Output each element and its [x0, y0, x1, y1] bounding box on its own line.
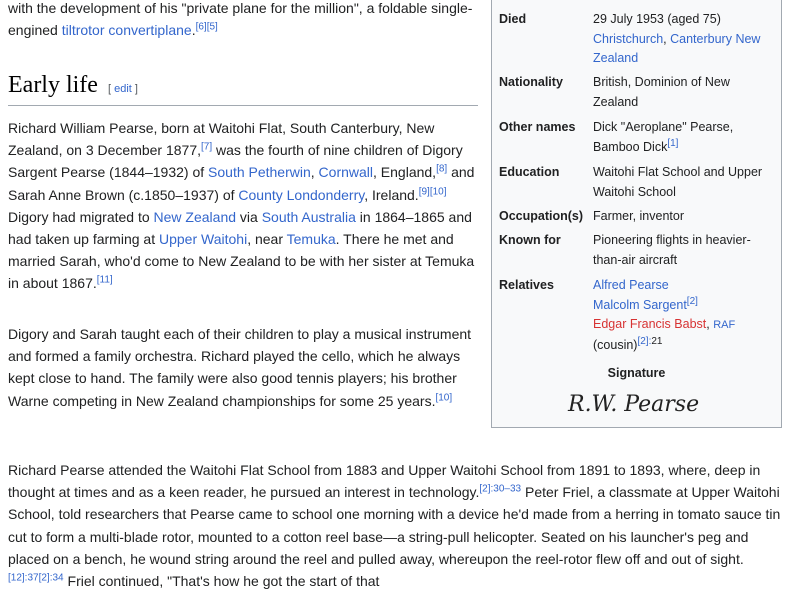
- link-south-petherwin[interactable]: South Petherwin: [208, 164, 311, 180]
- edit-section: [ edit ]: [108, 83, 138, 95]
- link-malcolm-sargent[interactable]: Malcolm Sargent: [593, 298, 687, 312]
- infobox-value: Farmer, inventor: [593, 209, 685, 223]
- infobox-label: Education: [499, 165, 560, 179]
- link-south-australia[interactable]: South Australia: [262, 209, 356, 225]
- link-convertiplane[interactable]: convertiplane: [108, 22, 191, 38]
- section-heading-early-life: Early life [ edit ]: [8, 72, 478, 106]
- section-title: Early life: [8, 72, 98, 98]
- infobox-label: Relatives: [499, 278, 554, 292]
- citation-ref[interactable]: [6][5]: [196, 22, 218, 33]
- link-raf[interactable]: RAF: [713, 319, 735, 331]
- citation-ref[interactable]: [12]:37: [8, 572, 39, 583]
- link-alfred-pearse[interactable]: Alfred Pearse: [593, 278, 669, 292]
- citation-ref[interactable]: [2]:30–33: [479, 484, 521, 495]
- link-edgar-francis-babst[interactable]: Edgar Francis Babst: [593, 317, 706, 331]
- infobox-value: Pioneering flights in heavier-than-air a…: [593, 233, 751, 267]
- infobox-value: Alfred Pearse Malcolm Sargent[2] Edgar Fra…: [593, 278, 736, 352]
- link-temuka[interactable]: Temuka: [287, 231, 336, 247]
- infobox-label: Known for: [499, 233, 561, 247]
- citation-ref[interactable]: [10]: [435, 392, 452, 403]
- signature-script: R.W. Pearse: [567, 392, 699, 417]
- infobox-value: 29 July 1953 (aged 75) Christchurch, Cant…: [593, 12, 761, 65]
- citation-ref[interactable]: [11]: [97, 275, 113, 286]
- infobox-label: Died: [499, 12, 527, 26]
- link-cornwall[interactable]: Cornwall: [319, 164, 373, 180]
- citation-ref[interactable]: [1]: [667, 137, 678, 148]
- signature-image: R.W. Pearse: [567, 392, 699, 417]
- infobox-label: Nationality: [499, 75, 563, 89]
- citation-ref[interactable]: [2]:21: [637, 335, 662, 346]
- edit-link[interactable]: edit: [114, 83, 132, 95]
- signature-label: Signature: [607, 366, 666, 380]
- infobox-value: Dick "Aeroplane" Pearse, Bamboo Dick[1]: [593, 120, 734, 154]
- paragraph-school: Richard Pearse attended the Waitohi Flat…: [8, 462, 781, 590]
- citation-ref[interactable]: [2]: [687, 295, 698, 306]
- citation-ref[interactable]: [8]: [436, 164, 447, 175]
- infobox-label: Occupation(s): [499, 209, 584, 223]
- citation-ref[interactable]: [7]: [201, 142, 212, 153]
- citation-ref[interactable]: [9][10]: [419, 186, 447, 197]
- paragraph-birth: Richard William Pearse, born at Waitohi …: [8, 120, 475, 292]
- paragraph-family-music: Digory and Sarah taught each of their ch…: [8, 326, 472, 409]
- infobox: Died 29 July 1953 (aged 75) Christchurch,…: [491, 0, 782, 428]
- link-county-londonderry[interactable]: County Londonderry: [238, 187, 364, 203]
- link-canterbury[interactable]: Canterbury: [670, 32, 732, 46]
- infobox-label: Other names: [499, 120, 576, 134]
- intro-paragraph: with the development of his "private pla…: [8, 0, 473, 39]
- link-new-zealand[interactable]: New Zealand: [154, 209, 237, 225]
- link-upper-waitohi[interactable]: Upper Waitohi: [159, 231, 247, 247]
- infobox-value: British, Dominion of New Zealand: [593, 75, 730, 109]
- link-christchurch[interactable]: Christchurch: [593, 32, 663, 46]
- citation-ref[interactable]: [2]:34: [39, 572, 64, 583]
- infobox-value: Waitohi Flat School and Upper Waitohi Sc…: [593, 165, 763, 199]
- link-tiltrotor[interactable]: tiltrotor: [62, 22, 105, 38]
